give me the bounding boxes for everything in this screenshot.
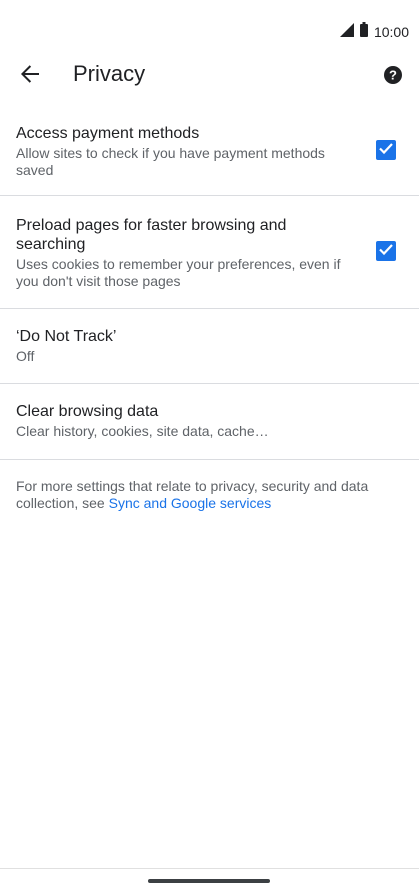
settings-list: Access payment methods Allow sites to ch… [0,120,419,460]
help-button[interactable]: ? [383,65,403,85]
back-button[interactable] [16,62,44,90]
setting-title: Clear browsing data [16,403,159,420]
checkmark-icon [378,241,394,262]
setting-summary: Clear history, cookies, site data, cache… [16,423,269,439]
preload-pages-checkbox[interactable] [376,241,396,261]
signal-icon [339,22,354,42]
payment-methods-checkbox[interactable] [376,140,396,160]
app-bar: Privacy ? [0,48,419,104]
setting-preload-pages[interactable]: Preload pages for faster browsing and se… [0,196,419,309]
setting-summary: Off [16,348,35,364]
status-bar: 10:00 [0,0,419,48]
help-icon: ? [383,66,403,89]
page-title: Privacy [73,61,146,86]
setting-title: ‘Do Not Track’ [16,328,117,345]
sync-google-services-link[interactable]: Sync and Google services [109,495,272,511]
setting-do-not-track[interactable]: ‘Do Not Track’ Off [0,309,419,384]
svg-text:?: ? [389,68,397,83]
setting-summary: Uses cookies to remember your preference… [16,256,341,289]
nav-bar-divider [0,868,419,869]
status-time: 10:00 [373,24,409,40]
checkmark-icon [378,140,394,161]
battery-icon [359,22,368,42]
setting-summary: Allow sites to check if you have payment… [16,145,325,178]
setting-title: Access payment methods [16,125,200,142]
status-icons: 10:00 [339,22,409,42]
back-arrow-icon [20,64,40,89]
footer-note: For more settings that relate to privacy… [16,478,399,512]
setting-access-payment-methods[interactable]: Access payment methods Allow sites to ch… [0,120,419,196]
home-indicator[interactable] [148,879,270,883]
setting-title: Preload pages for faster browsing and se… [16,217,287,253]
setting-clear-browsing-data[interactable]: Clear browsing data Clear history, cooki… [0,384,419,460]
